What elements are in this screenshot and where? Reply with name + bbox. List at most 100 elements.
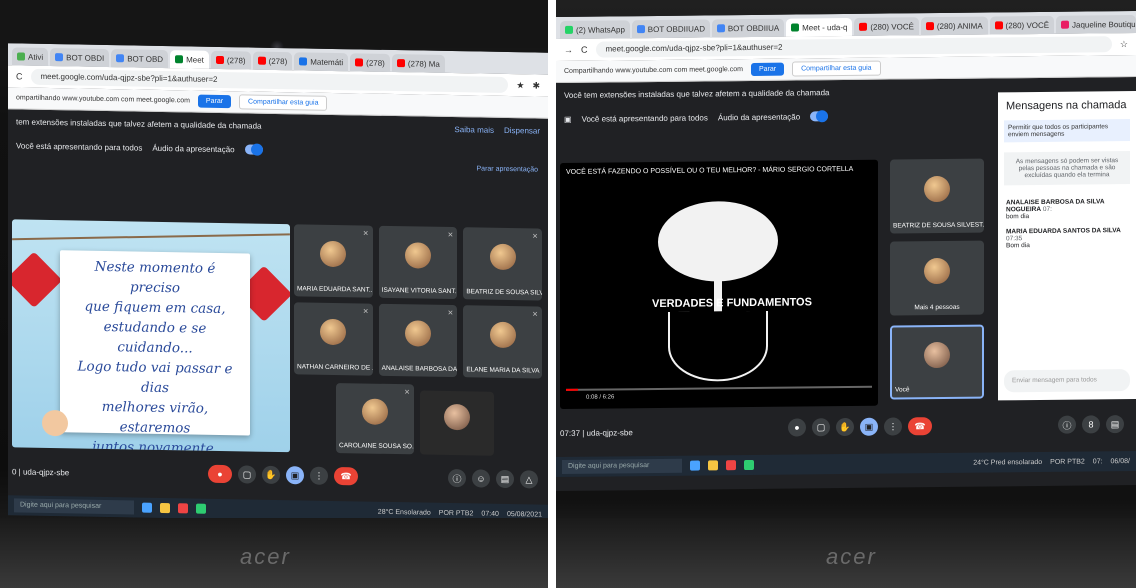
browser-tab[interactable]: BOT OBDIIUA: [711, 18, 785, 38]
raise-hand-icon[interactable]: ✋: [836, 417, 854, 437]
info-icon[interactable]: ⓘ: [1058, 415, 1076, 434]
extensions-icon[interactable]: ✱: [532, 80, 540, 91]
presented-video[interactable]: VOCÊ ESTÁ FAZENDO O POSSÍVEL OU O TEU ME…: [560, 159, 878, 409]
activities-icon[interactable]: △: [520, 470, 538, 489]
acer-logo: acer: [826, 544, 877, 569]
more-options-icon[interactable]: ⋮: [310, 466, 328, 485]
avatar: [489, 321, 516, 348]
chat-message: ANALAISE BARBOSA DA SILVA NOGUEIRA 07: b…: [1006, 198, 1105, 221]
captions-icon[interactable]: ▢: [238, 465, 256, 484]
star-icon[interactable]: ☆: [1120, 39, 1128, 50]
browser-tab[interactable]: (278) Ma: [391, 53, 445, 73]
people-icon[interactable]: 8: [1082, 415, 1100, 434]
chat-input[interactable]: Enviar mensagem para todos: [1004, 369, 1130, 393]
browser-tab[interactable]: BOT OBDI: [50, 48, 110, 68]
browser-tab-active[interactable]: Meet: [170, 50, 209, 69]
folder-icon[interactable]: [708, 460, 718, 471]
browser-tab-active[interactable]: Meet - uda-q: [786, 17, 853, 37]
more-options-icon[interactable]: ⋮: [884, 417, 902, 436]
taskbar-search[interactable]: Digite aqui para pesquisar: [562, 458, 682, 474]
audio-label: Áudio da apresentação: [717, 111, 801, 122]
participant-tile[interactable]: ✕ ANALAISE BARBOSA DA ...: [378, 303, 458, 378]
share-this-tab-button[interactable]: Compartilhar esta guia: [239, 94, 328, 111]
folder-icon[interactable]: [160, 502, 170, 514]
forward-icon[interactable]: →: [564, 45, 573, 55]
mic-off-icon[interactable]: ●: [208, 464, 232, 484]
browser-tab[interactable]: (278): [350, 53, 390, 72]
chat-icon[interactable]: ▤: [1106, 415, 1124, 434]
tab-favicon-icon: [55, 53, 64, 62]
browser-icon[interactable]: [178, 503, 188, 514]
browser-tab[interactable]: BOT OBDIIUAD: [631, 19, 710, 39]
app-icon[interactable]: [690, 460, 700, 471]
presentation-audio-toggle[interactable]: [244, 144, 263, 155]
presentation-audio-toggle[interactable]: [810, 111, 829, 122]
reload-icon[interactable]: C: [16, 71, 23, 81]
avatar: [444, 403, 470, 430]
self-view-tile[interactable]: [420, 390, 494, 456]
tree-crown: [658, 200, 778, 282]
app-icon[interactable]: [142, 502, 152, 513]
dismiss-link[interactable]: Dispensar: [504, 125, 540, 135]
heart-decoration: [12, 251, 63, 309]
browser-tab[interactable]: Matemáti: [294, 52, 349, 72]
more-people-tile[interactable]: Mais 4 pessoas: [890, 240, 984, 316]
kids-illustration: [42, 409, 68, 437]
participant-tile[interactable]: ✕ NATHAN CARNEIRO DE ...: [294, 302, 373, 376]
call-controls: ● ▢ ✋ ▣ ⋮ ☎: [208, 464, 358, 486]
tab-favicon-icon: [299, 57, 308, 66]
mic-off-icon: ✕: [532, 311, 538, 319]
right-photo: (2) WhatsApp BOT OBDIIUAD BOT OBDIIUA Me…: [556, 0, 1136, 588]
participant-tile[interactable]: ✕ MARIA EDUARDA SANT...: [294, 224, 373, 298]
mic-off-icon: ✕: [447, 231, 454, 240]
browser-tab[interactable]: (280) ANIMA: [920, 16, 988, 36]
browser-tab[interactable]: (2) WhatsApp: [560, 20, 630, 39]
browser-icon[interactable]: [726, 460, 736, 471]
raise-hand-icon[interactable]: ✋: [262, 465, 280, 485]
present-screen-icon[interactable]: ▣: [860, 417, 878, 436]
avatar: [320, 240, 347, 267]
call-controls: ● ▢ ✋ ▣ ⋮ ☎: [788, 417, 932, 437]
browser-tab[interactable]: Ativi: [12, 47, 49, 66]
stop-sharing-button[interactable]: Parar: [750, 62, 785, 76]
stop-sharing-button[interactable]: Parar: [197, 94, 232, 109]
browser-tab[interactable]: BOT OBD: [111, 49, 169, 69]
star-icon[interactable]: ★: [516, 80, 524, 91]
meet-favicon-icon: [791, 23, 800, 32]
share-status-text: Compartilhando www.youtube.com com meet.…: [564, 66, 743, 75]
chat-title: Mensagens na chamada: [1006, 99, 1127, 113]
end-call-icon[interactable]: ☎: [908, 417, 932, 436]
participant-tile[interactable]: ✕ CAROLAINE SOUSA SO...: [336, 383, 414, 455]
tree-roots: [668, 310, 768, 382]
info-icon[interactable]: ⓘ: [448, 468, 466, 488]
browser-tab[interactable]: (278): [252, 51, 293, 71]
url-field[interactable]: meet.google.com/uda-qjpz-sbe?pli=1&authu…: [595, 36, 1112, 58]
language-indicator: POR PTB2: [1050, 457, 1085, 466]
share-this-tab-button[interactable]: Compartilhar esta guia: [792, 60, 881, 77]
participant-tile[interactable]: BEATRIZ DE SOUSA SILVEST...: [890, 158, 984, 234]
tab-favicon-icon: [116, 54, 125, 63]
captions-icon[interactable]: ▢: [812, 418, 830, 437]
self-view-tile[interactable]: Você: [890, 324, 984, 400]
participant-tile[interactable]: ✕ ELANE MARIA DA SILVA: [463, 305, 542, 379]
learn-more-link[interactable]: Saiba mais: [454, 125, 494, 135]
chat-permission-toggle[interactable]: Permitir que todos os participantes envi…: [1004, 119, 1130, 143]
end-call-icon[interactable]: ☎: [334, 466, 358, 486]
participant-tile[interactable]: ✕ BEATRIZ DE SOUSA SILV...: [463, 227, 542, 301]
reload-icon[interactable]: C: [581, 45, 588, 55]
browser-tab[interactable]: (278): [210, 50, 251, 70]
mic-icon[interactable]: ●: [788, 418, 806, 437]
participant-tile[interactable]: ✕ ISAYANE VITORIA SANT...: [378, 225, 458, 300]
present-screen-icon[interactable]: ▣: [286, 466, 304, 485]
video-progress-bar[interactable]: [566, 385, 872, 391]
taskbar-search[interactable]: Digite aqui para pesquisar: [14, 498, 134, 515]
chat-icon[interactable]: ▤: [496, 469, 514, 489]
spotify-icon[interactable]: [744, 459, 754, 471]
mic-off-icon: ✕: [532, 233, 538, 241]
youtube-favicon-icon: [994, 21, 1003, 30]
browser-tab[interactable]: Jaqueline Boutiqui: [1056, 14, 1136, 34]
browser-tab[interactable]: (280) VOCÊ: [854, 17, 919, 36]
browser-tab[interactable]: (280) VOCÊ: [989, 15, 1055, 35]
people-icon[interactable]: ☺: [472, 469, 490, 488]
spotify-icon[interactable]: [196, 503, 206, 514]
